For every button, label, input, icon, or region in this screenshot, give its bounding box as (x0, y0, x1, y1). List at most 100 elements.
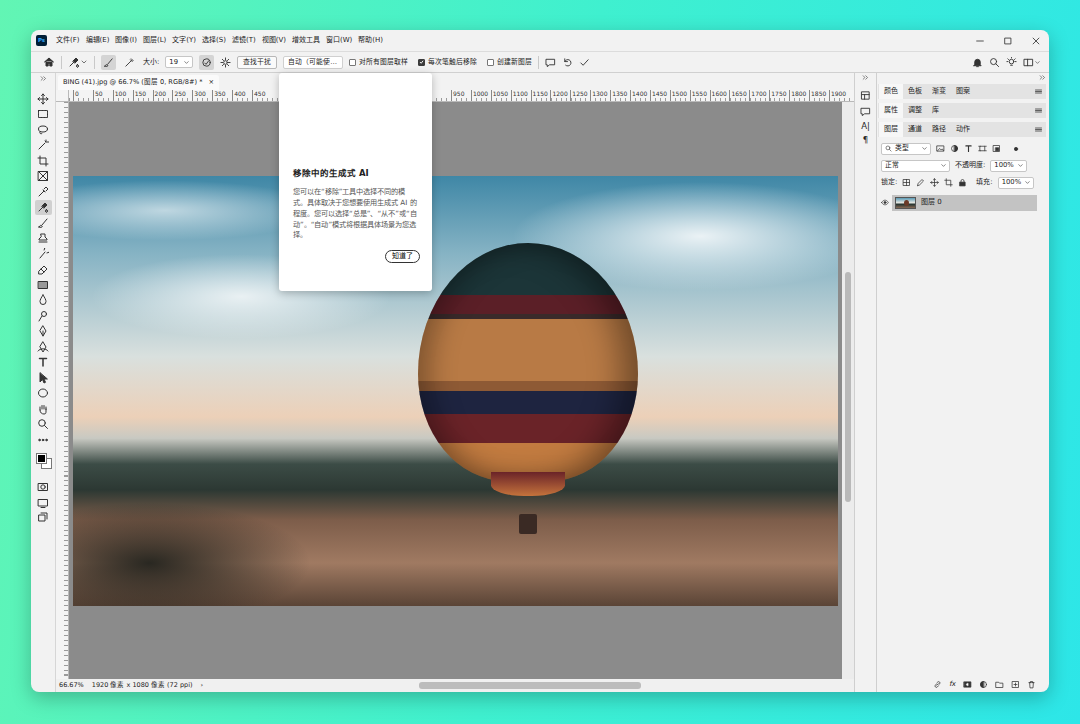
menu-item[interactable]: 窗口(W) (326, 36, 352, 44)
comments-panel-icon[interactable] (860, 106, 871, 117)
checkbox-option[interactable]: 每次笔触后移除 (418, 58, 477, 66)
size-field[interactable]: 19 (165, 56, 193, 68)
dropdown-chevron-icon[interactable] (183, 59, 190, 66)
eraser-tool-icon[interactable] (35, 262, 52, 278)
new-group-icon[interactable] (995, 680, 1004, 689)
history-panel-icon[interactable] (860, 90, 871, 101)
pixel-filter-icon[interactable] (936, 144, 945, 153)
commit-check-icon[interactable] (579, 57, 590, 68)
document-title[interactable]: BING (41).jpg @ 66.7% (图层 0, RGB/8#) * (63, 79, 202, 87)
panel-tab[interactable]: 图层 (879, 122, 903, 137)
panel-tab[interactable]: 动作 (951, 122, 975, 137)
more-tools-icon[interactable] (35, 432, 52, 448)
add-mask-icon[interactable] (963, 680, 972, 689)
find-distractions-label[interactable]: 查找干扰 (243, 58, 271, 66)
fill-field[interactable]: 100% (998, 177, 1034, 189)
quick-mask-icon[interactable] (35, 480, 52, 496)
filter-kind-dropdown[interactable]: 类型 (881, 143, 931, 155)
lock-transparency-icon[interactable] (902, 178, 911, 187)
panel-tab[interactable]: 渐变 (927, 84, 951, 99)
panel-tab[interactable]: 库 (927, 103, 944, 118)
panel-tab[interactable]: 图案 (951, 84, 975, 99)
character-panel-icon[interactable]: A| (861, 122, 870, 131)
dropdown-chevron-icon[interactable] (1034, 59, 1041, 66)
new-layer-icon[interactable] (1011, 680, 1020, 689)
panel-menu-icon[interactable] (1034, 122, 1043, 137)
scroll-thumb[interactable] (419, 682, 641, 689)
menu-item[interactable]: 文件(F) (56, 36, 80, 44)
lock-pixels-icon[interactable] (916, 178, 925, 187)
menu-item[interactable]: 图层(L) (143, 36, 166, 44)
artboard-icon[interactable] (35, 511, 52, 527)
menu-item[interactable]: 图像(I) (115, 36, 137, 44)
panel-menu-icon[interactable] (1034, 103, 1043, 118)
panel-tab[interactable]: 颜色 (879, 84, 903, 99)
checkbox[interactable] (418, 59, 425, 66)
comment-icon[interactable] (545, 57, 556, 68)
opacity-value[interactable]: 100% (994, 161, 1013, 169)
blur-tool-icon[interactable] (35, 293, 52, 309)
menu-item[interactable]: 增效工具 (292, 36, 320, 44)
panel-tab[interactable]: 路径 (927, 122, 951, 137)
eyedropper-tool-icon[interactable] (35, 184, 52, 200)
delete-layer-icon[interactable] (1027, 680, 1036, 689)
clone-stamp-tool-icon[interactable] (35, 231, 52, 247)
collapse-chevron-icon[interactable] (862, 74, 869, 81)
screen-mode-icon[interactable] (35, 495, 52, 511)
menu-item[interactable]: 文字(Y) (172, 36, 196, 44)
filter-toggle-icon[interactable] (1012, 145, 1020, 153)
curvature-pen-tool-icon[interactable] (35, 339, 52, 355)
undo-icon[interactable] (562, 57, 573, 68)
smart-object-filter-icon[interactable] (992, 144, 1001, 153)
canvas[interactable] (69, 102, 842, 679)
marquee-tool-icon[interactable] (35, 107, 52, 123)
menu-item[interactable]: 滤镜(T) (232, 36, 256, 44)
color-swatches[interactable] (35, 450, 52, 470)
close-tab-button[interactable]: × (208, 79, 214, 87)
dodge-tool-icon[interactable] (35, 308, 52, 324)
menu-item[interactable]: 编辑(E) (86, 36, 110, 44)
lock-all-icon[interactable] (958, 178, 967, 187)
opacity-field[interactable]: 100% (990, 160, 1026, 172)
horizontal-scrollbar[interactable] (211, 682, 840, 689)
menu-item[interactable]: 视图(V) (262, 36, 286, 44)
brush-mode-icon[interactable] (101, 55, 116, 70)
lock-position-icon[interactable] (930, 178, 939, 187)
link-layers-icon[interactable] (933, 680, 942, 689)
dropdown-chevron-icon[interactable] (80, 58, 88, 66)
layer-row[interactable]: 图层 0 (881, 194, 1043, 211)
lasso-tool-icon[interactable] (35, 122, 52, 138)
search-icon[interactable] (989, 57, 1000, 68)
type-filter-icon[interactable] (964, 144, 973, 153)
workspace-switcher[interactable] (1023, 57, 1041, 68)
vertical-scrollbar[interactable] (842, 102, 854, 679)
checkbox-label[interactable]: 创建新图层 (497, 58, 532, 66)
magic-wand-tool-icon[interactable] (35, 138, 52, 154)
lock-artboard-icon[interactable] (944, 178, 953, 187)
lightbulb-icon[interactable] (1006, 57, 1017, 68)
checkbox[interactable] (487, 59, 494, 66)
mode-dropdown[interactable]: 自动（可能使… (283, 56, 343, 69)
panel-tab[interactable]: 色板 (903, 84, 927, 99)
dropdown-chevron-icon[interactable] (1024, 179, 1031, 186)
panel-menu-icon[interactable] (1034, 84, 1043, 99)
got-it-button[interactable]: 知道了 (385, 250, 420, 263)
panel-tab[interactable]: 属性 (879, 103, 903, 118)
blend-mode-value[interactable]: 正常 (885, 161, 937, 169)
zoom-level[interactable]: 66.67% (59, 682, 84, 690)
mode-dropdown-value[interactable]: 自动（可能使… (288, 58, 337, 66)
layer-style-button[interactable]: fx (949, 680, 956, 688)
photo[interactable] (73, 176, 838, 606)
status-arrow[interactable]: › (201, 682, 204, 690)
collapse-chevron-icon[interactable] (40, 74, 47, 82)
zoom-tool-icon[interactable] (35, 417, 52, 433)
remove-tool-icon[interactable] (35, 200, 52, 216)
dropdown-chevron-icon[interactable] (921, 145, 928, 152)
shape-filter-icon[interactable] (978, 144, 987, 153)
collapse-chevron-icon[interactable] (1039, 74, 1046, 80)
minimize-icon[interactable] (975, 36, 985, 46)
layer-name[interactable]: 图层 0 (921, 198, 942, 206)
type-tool-icon[interactable] (35, 355, 52, 371)
fill-value[interactable]: 100% (1002, 178, 1021, 186)
tool-preset[interactable] (68, 56, 88, 68)
